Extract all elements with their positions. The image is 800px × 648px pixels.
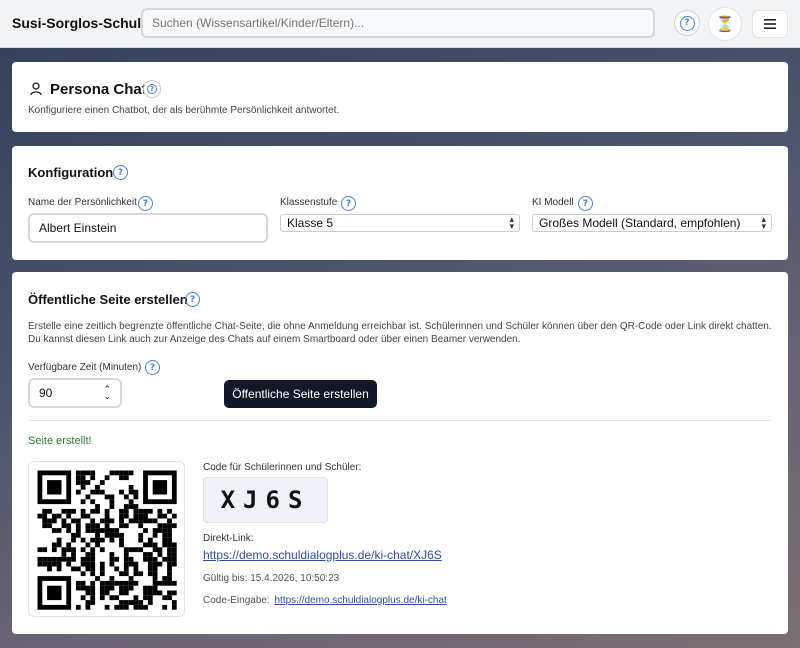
timer-button[interactable]: ⏳: [708, 7, 742, 41]
model-select-value: Großes Modell (Standard, empfohlen): [539, 216, 741, 230]
grade-select-value: Klasse 5: [287, 216, 334, 230]
public-page-description: Erstelle eine zeitlich begrenzte öffentl…: [28, 321, 772, 345]
hourglass-icon: ⏳: [715, 16, 735, 33]
configuration-card: Konfiguration ? Name der Persönlichkeit …: [12, 146, 788, 260]
code-label: Code für Schülerinnen und Schüler:: [203, 462, 362, 473]
name-label: Name der Persönlichkeit: [28, 197, 137, 208]
qr-code-image: [37, 470, 177, 610]
code-entry-link[interactable]: https://demo.schuldialogplus.de/ki-chat: [275, 595, 447, 606]
help-button[interactable]: ?: [674, 10, 700, 36]
select-arrows-icon: ▴ ▾: [509, 214, 514, 231]
hamburger-menu-icon: [764, 19, 776, 29]
time-label: Verfügbare Zeit (Minuten): [28, 362, 142, 373]
direct-link-label: Direkt-Link:: [203, 533, 254, 544]
select-arrows-icon: ▴ ▾: [761, 214, 766, 231]
question-circle-icon: ?: [147, 84, 157, 94]
model-select[interactable]: Großes Modell (Standard, empfohlen) ▴ ▾: [532, 214, 772, 232]
app-title[interactable]: Susi-Sorglos-Schule: [12, 15, 149, 31]
public-page-title: Öffentliche Seite erstellen: [28, 292, 188, 307]
person-icon: [30, 82, 42, 96]
model-label: KI Modell: [532, 197, 574, 208]
page-title: Persona Chat: [50, 81, 147, 98]
menu-button[interactable]: [752, 10, 788, 38]
create-public-page-button[interactable]: Öffentliche Seite erstellen: [224, 380, 377, 408]
persona-description: Konfiguriere einen Chatbot, der als berü…: [28, 105, 340, 116]
personality-name-input[interactable]: Albert Einstein: [28, 213, 268, 243]
top-bar: Susi-Sorglos-Schule ? ⏳: [0, 0, 800, 48]
direct-link[interactable]: https://demo.schuldialogplus.de/ki-chat/…: [203, 548, 442, 562]
minutes-stepper[interactable]: 90 ⌃ ⌄: [28, 378, 122, 408]
model-help-icon[interactable]: ?: [578, 196, 593, 211]
grade-help-icon[interactable]: ?: [341, 196, 356, 211]
configuration-help-icon[interactable]: ?: [113, 165, 128, 180]
grade-select[interactable]: Klasse 5 ▴ ▾: [280, 214, 520, 232]
name-help-icon[interactable]: ?: [138, 196, 153, 211]
code-entry-label: Code-Eingabe:: [203, 595, 270, 606]
persona-card: Persona Chat ? Konfiguriere einen Chatbo…: [12, 62, 788, 132]
public-page-help-icon[interactable]: ?: [185, 292, 200, 307]
access-code: XJ6S: [203, 477, 328, 523]
divider: [28, 420, 773, 421]
grade-label: Klassenstufe: [280, 197, 338, 208]
time-help-icon[interactable]: ?: [145, 360, 160, 375]
success-message: Seite erstellt!: [28, 435, 92, 447]
question-circle-icon: ?: [679, 15, 695, 31]
minutes-value: 90: [39, 386, 53, 400]
valid-until: Gültig bis: 15.4.2026, 10:50:23: [203, 573, 340, 584]
code-entry-row: Code-Eingabe: https://demo.schuldialogpl…: [203, 595, 447, 606]
persona-help-button[interactable]: ?: [143, 80, 161, 98]
public-page-card: Öffentliche Seite erstellen ? Erstelle e…: [12, 272, 788, 634]
stepper-arrows-icon[interactable]: ⌃ ⌄: [103, 385, 111, 401]
search-input[interactable]: [141, 8, 655, 38]
configuration-title: Konfiguration: [28, 165, 114, 180]
qr-code: [28, 461, 185, 617]
